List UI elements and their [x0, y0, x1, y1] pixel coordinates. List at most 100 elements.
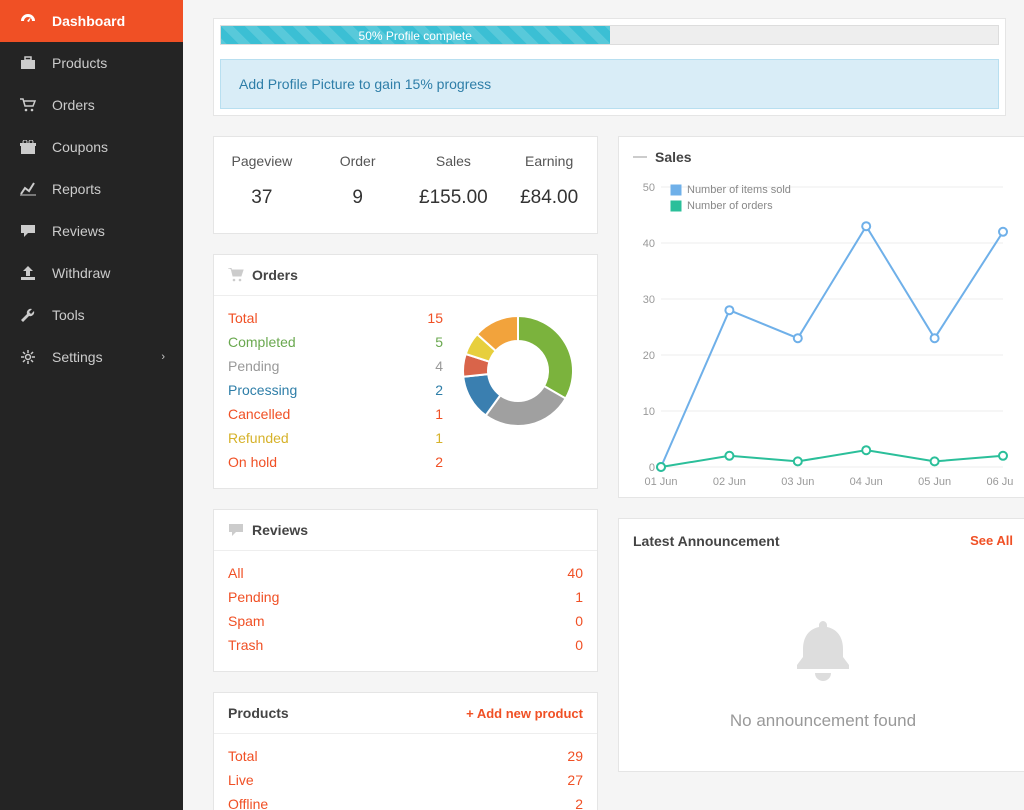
sidebar-item-products[interactable]: Products [0, 42, 183, 84]
row-label: On hold [228, 454, 413, 470]
stat-earning: Earning £84.00 [501, 137, 597, 233]
chart-icon [18, 182, 38, 196]
panel-title: Reviews [252, 522, 308, 538]
products-rows: Total29Live27Offline2Pending Review0 [228, 744, 583, 810]
main-content: 50% Profile complete Add Profile Picture… [183, 0, 1024, 810]
reviews-row[interactable]: Spam0 [228, 609, 583, 633]
panel-title: Products [228, 705, 289, 721]
dash-icon [633, 156, 647, 158]
stat-label: Pageview [218, 153, 306, 169]
stat-order: Order 9 [310, 137, 406, 233]
row-label: Total [228, 310, 413, 326]
comment-icon [228, 523, 244, 537]
sidebar-item-tools[interactable]: Tools [0, 294, 183, 336]
row-label: Live [228, 772, 553, 788]
row-value: 2 [413, 382, 443, 398]
sidebar-item-label: Dashboard [52, 13, 165, 29]
sidebar-item-label: Reports [52, 181, 165, 197]
row-label: Offline [228, 796, 553, 810]
orders-row[interactable]: Completed5 [228, 330, 443, 354]
reviews-header: Reviews [214, 510, 597, 551]
row-value: 5 [413, 334, 443, 350]
bell-icon [783, 613, 863, 693]
sidebar-item-reports[interactable]: Reports [0, 168, 183, 210]
row-label: Pending [228, 589, 553, 605]
row-label: Trash [228, 637, 553, 653]
products-panel: Products + Add new product Total29Live27… [213, 692, 598, 810]
products-row[interactable]: Total29 [228, 744, 583, 768]
orders-row[interactable]: Cancelled1 [228, 402, 443, 426]
row-value: 1 [413, 406, 443, 422]
svg-text:0: 0 [649, 462, 655, 474]
sidebar-item-withdraw[interactable]: Withdraw [0, 252, 183, 294]
sidebar-item-coupons[interactable]: Coupons [0, 126, 183, 168]
row-label: Pending [228, 358, 413, 374]
comment-icon [18, 224, 38, 238]
svg-text:05 Jun: 05 Jun [918, 476, 951, 488]
sidebar-item-label: Coupons [52, 139, 165, 155]
profile-notice[interactable]: Add Profile Picture to gain 15% progress [220, 59, 999, 109]
row-value: 2 [553, 796, 583, 810]
orders-row[interactable]: On hold2 [228, 450, 443, 474]
sales-line-chart: 01020304050Number of items soldNumber of… [633, 171, 1013, 491]
gear-icon [18, 349, 38, 365]
reviews-rows: All40Pending1Spam0Trash0 [228, 561, 583, 657]
row-label: Refunded [228, 430, 413, 446]
announcement-empty: No announcement found [629, 711, 1017, 731]
svg-text:20: 20 [643, 350, 655, 362]
sales-chart-title: Sales [633, 145, 1013, 171]
wrench-icon [18, 307, 38, 323]
add-product-link[interactable]: + Add new product [466, 706, 583, 721]
chart-title-text: Sales [655, 149, 692, 165]
orders-row[interactable]: Processing2 [228, 378, 443, 402]
row-value: 29 [553, 748, 583, 764]
row-value: 1 [413, 430, 443, 446]
announcement-panel: Latest Announcement See All No announcem… [618, 518, 1024, 772]
upload-icon [18, 266, 38, 280]
reviews-row[interactable]: All40 [228, 561, 583, 585]
sidebar-item-label: Withdraw [52, 265, 165, 281]
stat-label: Order [314, 153, 402, 169]
row-value: 0 [553, 637, 583, 653]
svg-text:06 Jun: 06 Jun [986, 476, 1013, 488]
stat-value: 37 [218, 187, 306, 209]
orders-row[interactable]: Pending4 [228, 354, 443, 378]
svg-text:01 Jun: 01 Jun [644, 476, 677, 488]
sidebar-item-label: Products [52, 55, 165, 71]
orders-panel: Orders Total15Completed5Pending4Processi… [213, 254, 598, 489]
sidebar-item-reviews[interactable]: Reviews [0, 210, 183, 252]
row-value: 2 [413, 454, 443, 470]
row-value: 40 [553, 565, 583, 581]
svg-text:40: 40 [643, 238, 655, 250]
cart-icon [18, 98, 38, 112]
stats-panel: Pageview 37 Order 9 Sales £155.00 Earn [213, 136, 598, 234]
sidebar-item-label: Tools [52, 307, 165, 323]
see-all-link[interactable]: See All [970, 533, 1013, 549]
sidebar-item-orders[interactable]: Orders [0, 84, 183, 126]
sales-chart-panel: Sales 01020304050Number of items soldNum… [618, 136, 1024, 498]
row-value: 1 [553, 589, 583, 605]
sidebar-item-settings[interactable]: Settings› [0, 336, 183, 378]
svg-text:03 Jun: 03 Jun [781, 476, 814, 488]
row-value: 4 [413, 358, 443, 374]
profile-progress-panel: 50% Profile complete Add Profile Picture… [213, 18, 1006, 116]
row-label: Total [228, 748, 553, 764]
orders-row[interactable]: Refunded1 [228, 426, 443, 450]
row-label: Processing [228, 382, 413, 398]
stat-label: Earning [505, 153, 593, 169]
reviews-row[interactable]: Pending1 [228, 585, 583, 609]
row-value: 0 [553, 613, 583, 629]
sidebar-item-dashboard[interactable]: Dashboard [0, 0, 183, 42]
products-header: Products + Add new product [214, 693, 597, 734]
stat-label: Sales [410, 153, 498, 169]
gift-icon [18, 140, 38, 154]
row-label: All [228, 565, 553, 581]
orders-donut-chart [453, 306, 583, 436]
svg-text:50: 50 [643, 182, 655, 194]
orders-row[interactable]: Total15 [228, 306, 443, 330]
products-row[interactable]: Live27 [228, 768, 583, 792]
panel-title: Orders [252, 267, 298, 283]
sidebar: Dashboard Products Orders Coupons Reports Rev… [0, 0, 183, 810]
products-row[interactable]: Offline2 [228, 792, 583, 810]
reviews-row[interactable]: Trash0 [228, 633, 583, 657]
